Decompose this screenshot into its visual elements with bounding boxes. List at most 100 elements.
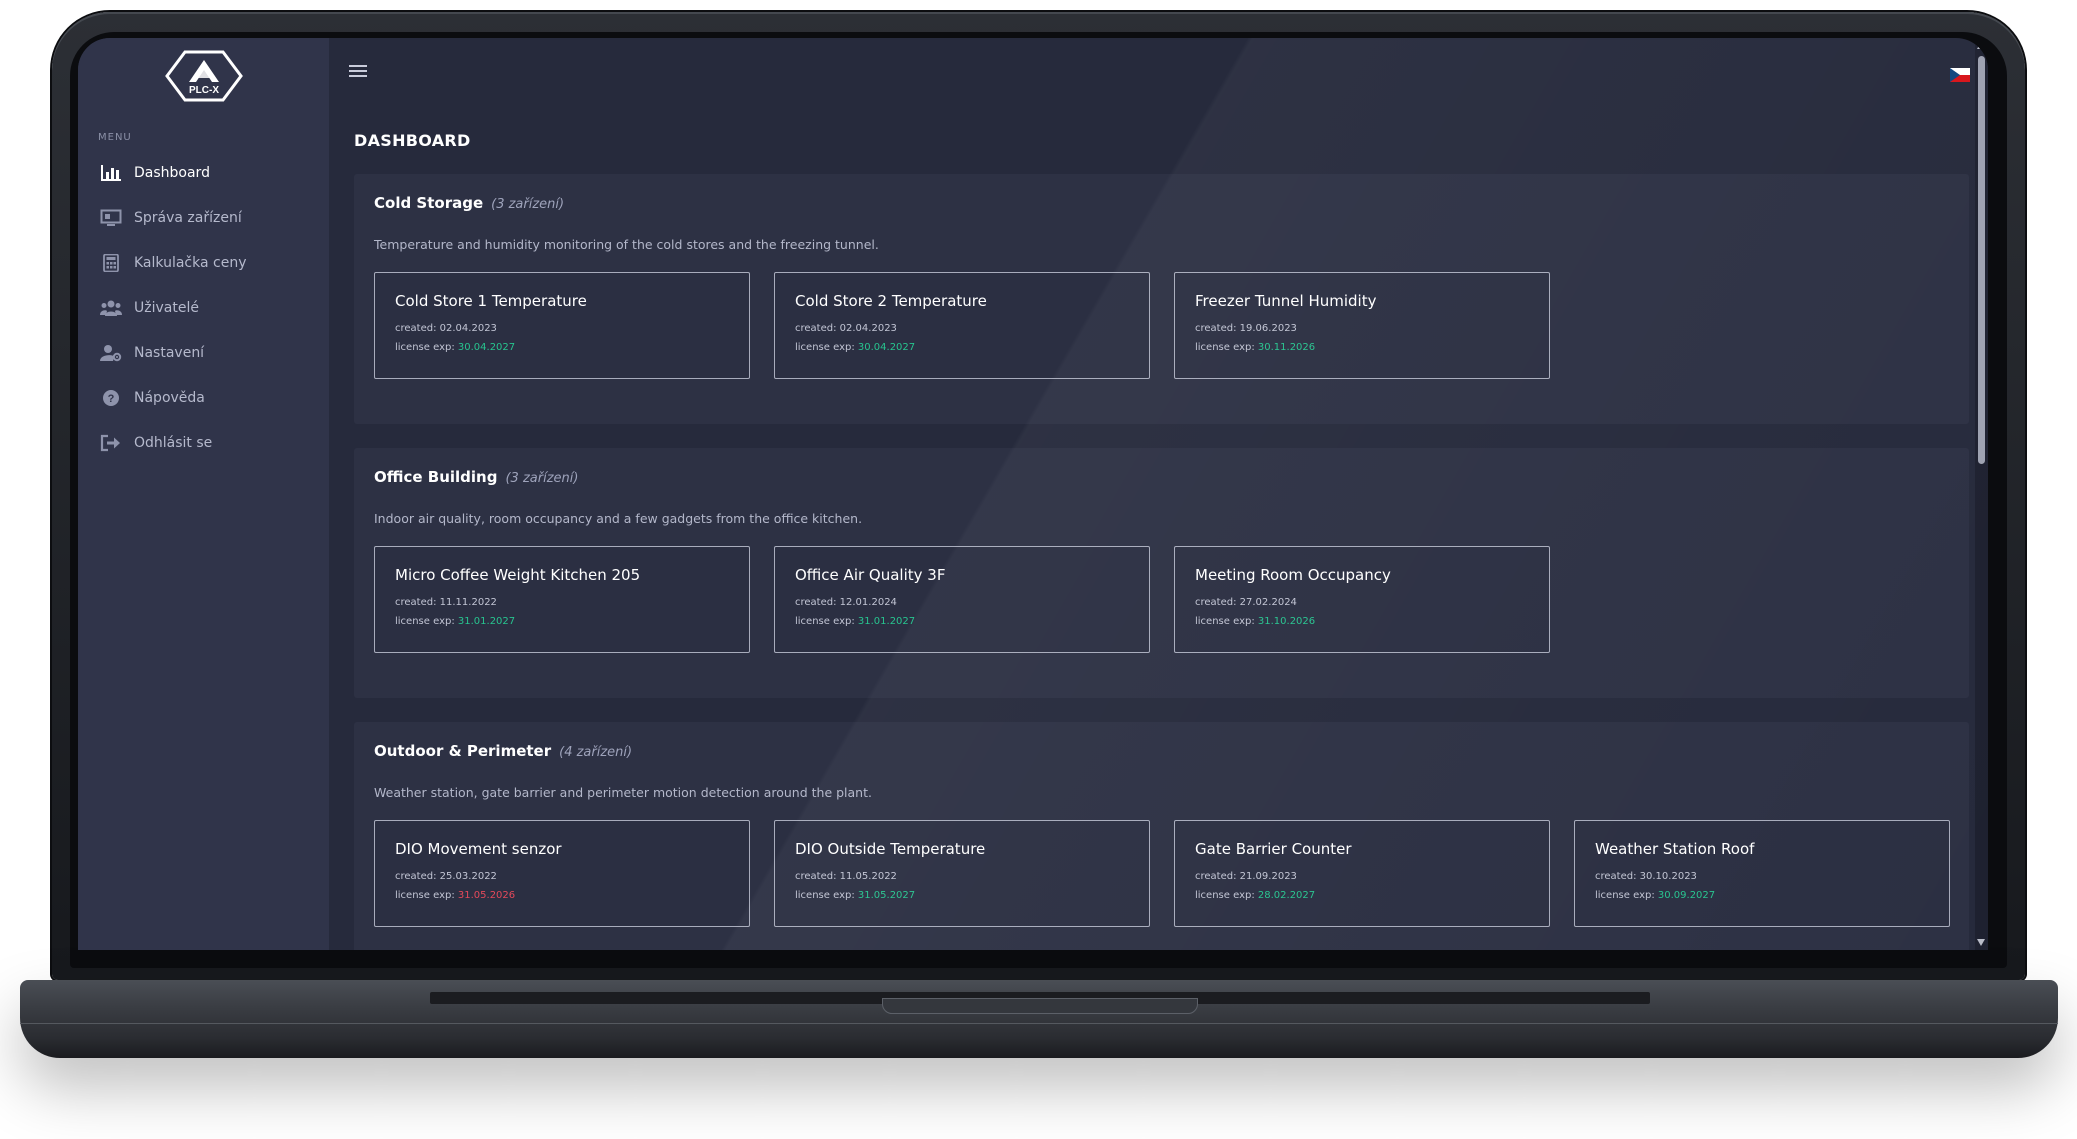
monitor-icon	[100, 209, 122, 227]
device-created: created: 02.04.2023	[795, 323, 897, 334]
device-card[interactable]: Weather Station Roof created: 30.10.2023…	[1574, 820, 1950, 927]
sidebar-nav: Dashboard Správa zařízení Kalkulačka cen…	[78, 150, 329, 465]
device-group-cold-storage: Cold Storage (3 zařízení) Temperature and…	[354, 174, 1969, 424]
device-license: license exp: 28.02.2027	[1195, 890, 1316, 901]
group-title: Outdoor & Perimeter (4 zařízení)	[374, 742, 632, 760]
sidebar-item-settings[interactable]: Nastavení	[78, 330, 329, 375]
device-name: Office Air Quality 3F	[795, 566, 946, 584]
created-date: 02.04.2023	[439, 323, 497, 334]
license-exp-date: 31.01.2027	[857, 616, 916, 627]
sidebar-item-label: Kalkulačka ceny	[134, 254, 247, 271]
device-group-outdoor-perimeter: Outdoor & Perimeter (4 zařízení) Weather …	[354, 722, 1969, 950]
device-created: created: 02.04.2023	[395, 323, 497, 334]
sidebar-item-logout[interactable]: Odhlásit se	[78, 420, 329, 465]
device-created: created: 11.05.2022	[795, 871, 897, 882]
device-name: DIO Movement senzor	[395, 840, 562, 858]
group-name: Cold Storage	[374, 194, 484, 212]
device-license: license exp: 30.04.2027	[795, 342, 916, 353]
svg-text:?: ?	[108, 393, 115, 405]
sidebar-item-label: Nápověda	[134, 389, 205, 406]
sidebar-item-dashboard[interactable]: Dashboard	[78, 150, 329, 195]
sidebar: PLC-X MENU Dashboard Správa zařízení Kal…	[78, 38, 329, 950]
created-date: 11.11.2022	[439, 597, 497, 608]
device-name: DIO Outside Temperature	[795, 840, 986, 858]
license-exp-date: 30.09.2027	[1657, 890, 1716, 901]
device-card[interactable]: Meeting Room Occupancy created: 27.02.20…	[1174, 546, 1550, 653]
group-name: Outdoor & Perimeter	[374, 742, 552, 760]
device-card[interactable]: Gate Barrier Counter created: 21.09.2023…	[1174, 820, 1550, 927]
license-exp-date: 30.04.2027	[457, 342, 516, 353]
created-date: 25.03.2022	[439, 871, 497, 882]
device-card[interactable]: Micro Coffee Weight Kitchen 205 created:…	[374, 546, 750, 653]
device-card[interactable]: DIO Movement senzor created: 25.03.2022 …	[374, 820, 750, 927]
question-circle-icon: ?	[100, 389, 122, 407]
created-date: 02.04.2023	[839, 323, 897, 334]
device-card[interactable]: DIO Outside Temperature created: 11.05.2…	[774, 820, 1150, 927]
sidebar-item-device-management[interactable]: Správa zařízení	[78, 195, 329, 240]
device-card[interactable]: Office Air Quality 3F created: 12.01.202…	[774, 546, 1150, 653]
group-name: Office Building	[374, 468, 498, 486]
sidebar-item-label: Nastavení	[134, 344, 205, 361]
created-date: 11.05.2022	[839, 871, 897, 882]
device-name: Gate Barrier Counter	[1195, 840, 1352, 858]
bar-chart-icon	[100, 164, 122, 182]
device-name: Cold Store 1 Temperature	[395, 292, 587, 310]
laptop-notch	[882, 998, 1198, 1014]
logo-text: PLC-X	[189, 85, 219, 96]
laptop-base-lip	[20, 1023, 2058, 1024]
calculator-icon	[100, 253, 122, 272]
sidebar-item-price-calculator[interactable]: Kalkulačka ceny	[78, 240, 329, 285]
group-device-count: (4 zařízení)	[559, 745, 633, 760]
group-description: Temperature and humidity monitoring of t…	[374, 237, 879, 252]
license-exp-date: 31.10.2026	[1257, 616, 1316, 627]
sidebar-item-help[interactable]: ? Nápověda	[78, 375, 329, 420]
created-date: 21.09.2023	[1239, 871, 1297, 882]
device-license: license exp: 31.01.2027	[795, 616, 916, 627]
device-created: created: 30.10.2023	[1595, 871, 1697, 882]
device-license: license exp: 31.01.2027	[395, 616, 516, 627]
device-name: Cold Store 2 Temperature	[795, 292, 987, 310]
device-card[interactable]: Freezer Tunnel Humidity created: 19.06.2…	[1174, 272, 1550, 379]
scroll-up-arrow-icon[interactable]	[1977, 42, 1985, 49]
sidebar-item-users[interactable]: Uživatelé	[78, 285, 329, 330]
group-description: Indoor air quality, room occupancy and a…	[374, 511, 863, 526]
device-license: license exp: 31.05.2027	[795, 890, 916, 901]
license-exp-date: 31.05.2027	[857, 890, 916, 901]
device-license: license exp: 30.11.2026	[1195, 342, 1316, 353]
page-title: DASHBOARD	[354, 131, 471, 150]
cz-flag-icon[interactable]	[1950, 67, 1970, 82]
menu-heading: MENU	[98, 132, 132, 143]
device-card[interactable]: Cold Store 1 Temperature created: 02.04.…	[374, 272, 750, 379]
user-gear-icon	[100, 344, 122, 362]
device-name: Meeting Room Occupancy	[1195, 566, 1391, 584]
device-created: created: 11.11.2022	[395, 597, 497, 608]
device-license: license exp: 31.05.2026	[395, 890, 516, 901]
device-created: created: 19.06.2023	[1195, 323, 1297, 334]
device-card[interactable]: Cold Store 2 Temperature created: 02.04.…	[774, 272, 1150, 379]
group-title: Office Building (3 zařízení)	[374, 468, 578, 486]
device-created: created: 27.02.2024	[1195, 597, 1297, 608]
group-description: Weather station, gate barrier and perime…	[374, 785, 872, 800]
hamburger-menu-icon[interactable]	[349, 62, 367, 80]
device-name: Micro Coffee Weight Kitchen 205	[395, 566, 641, 584]
device-created: created: 21.09.2023	[1195, 871, 1297, 882]
scroll-down-arrow-icon[interactable]	[1977, 939, 1985, 946]
users-icon	[100, 299, 122, 317]
sidebar-item-label: Uživatelé	[134, 299, 199, 316]
created-date: 19.06.2023	[1239, 323, 1297, 334]
license-exp-date: 31.05.2026	[457, 890, 516, 901]
sidebar-item-label: Správa zařízení	[134, 209, 242, 226]
created-date: 12.01.2024	[839, 597, 897, 608]
device-license: license exp: 30.04.2027	[395, 342, 516, 353]
scrollbar-thumb[interactable]	[1978, 56, 1985, 464]
logo[interactable]: PLC-X	[165, 48, 243, 104]
logout-icon	[100, 434, 122, 452]
logo-icon: PLC-X	[165, 50, 243, 102]
license-exp-date: 30.04.2027	[857, 342, 916, 353]
device-created: created: 25.03.2022	[395, 871, 497, 882]
group-device-count: (3 zařízení)	[491, 197, 565, 212]
laptop-base	[20, 980, 2058, 1058]
device-license: license exp: 31.10.2026	[1195, 616, 1316, 627]
license-exp-date: 31.01.2027	[457, 616, 516, 627]
vertical-scrollbar[interactable]	[1975, 38, 1988, 950]
